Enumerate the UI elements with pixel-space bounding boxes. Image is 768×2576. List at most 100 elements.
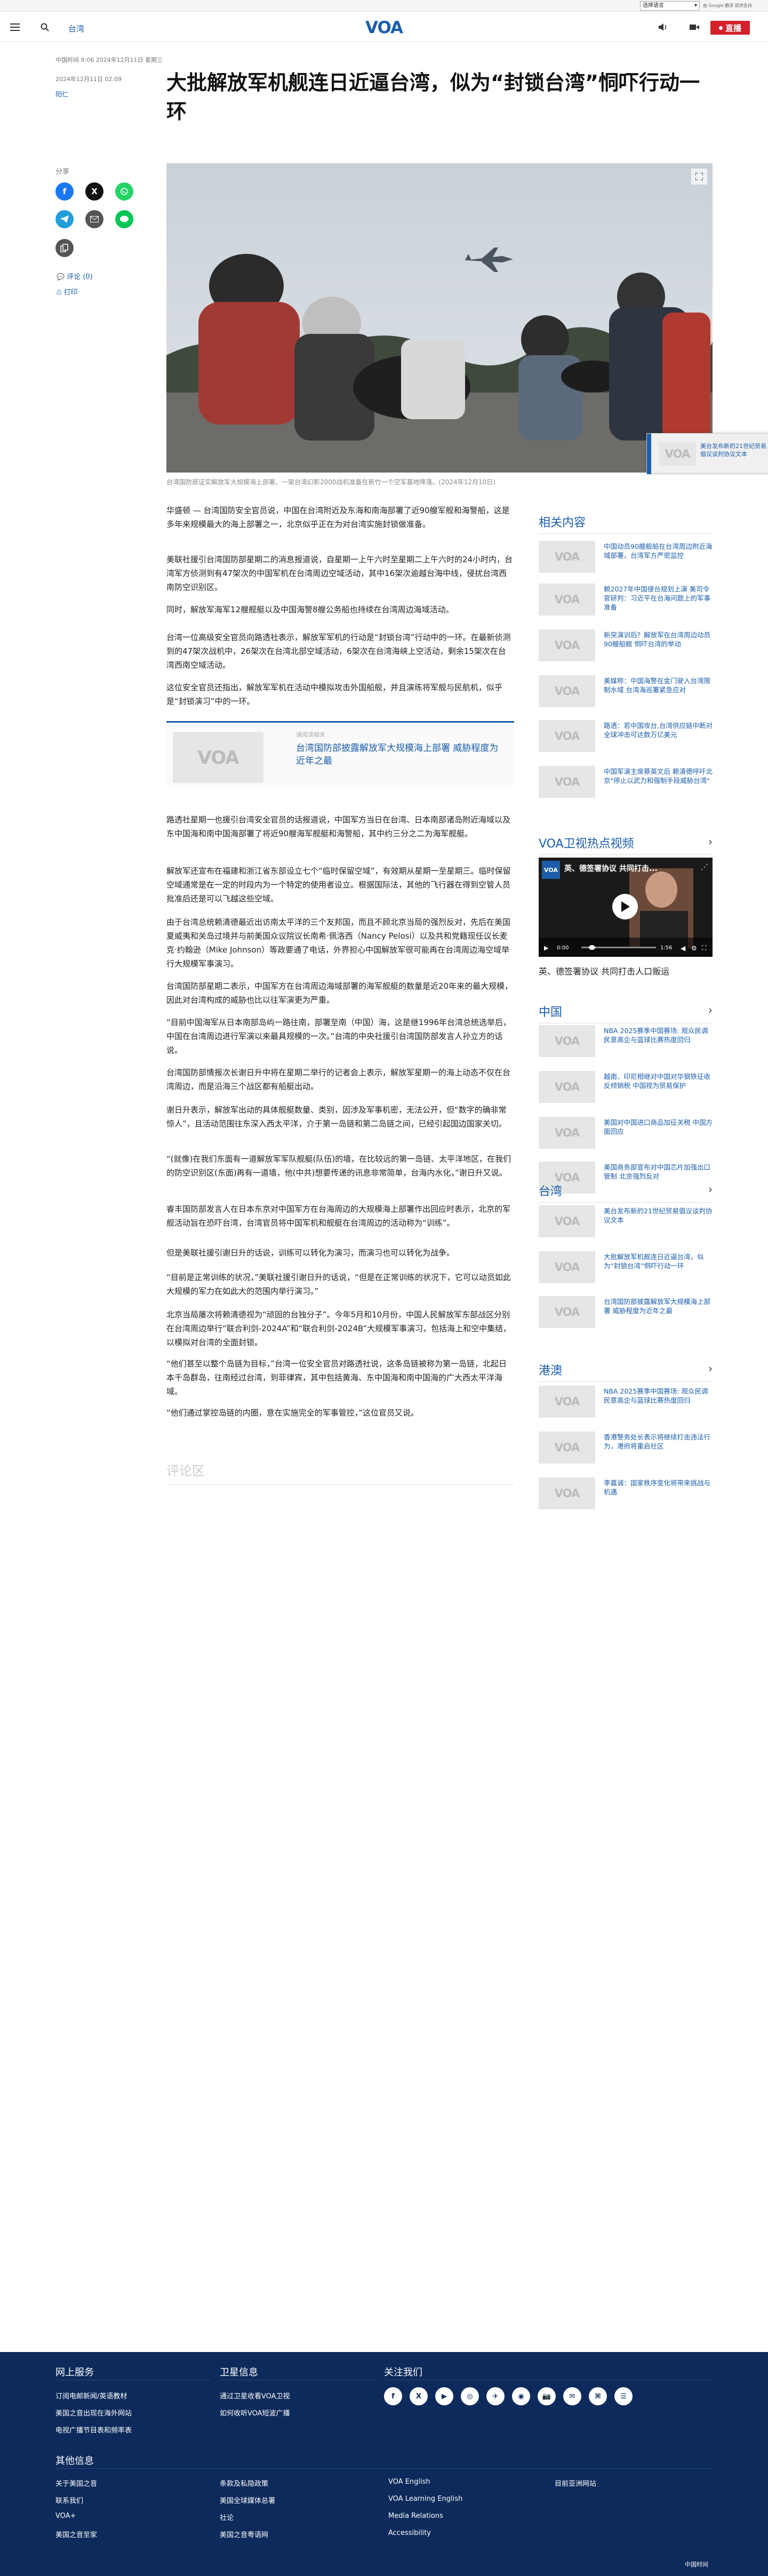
video-progress-bar[interactable]: [581, 945, 656, 950]
video-play-small-icon[interactable]: ▶: [544, 945, 548, 951]
footer-link[interactable]: 美国之音至家: [55, 2529, 97, 2539]
footer-online-services-heading: 网上服务: [55, 2367, 94, 2378]
x-icon[interactable]: X: [410, 2387, 428, 2405]
article-author[interactable]: 阳仁: [55, 90, 68, 99]
section-link-taiwan[interactable]: 台湾: [68, 23, 84, 34]
footer-link[interactable]: 通过卫星收看VOA卫视: [220, 2390, 290, 2401]
footer-link[interactable]: 关于美国之音: [55, 2478, 97, 2488]
chevron-right-icon[interactable]: ›: [708, 1362, 713, 1375]
telegram-icon[interactable]: ✈: [486, 2387, 505, 2405]
sidebar-hongkong-item[interactable]: VOA 香港警务处长表示将继续打击违法行为，港府将重启社区: [539, 1431, 713, 1463]
rss-icon[interactable]: ⌘: [589, 2387, 607, 2405]
footer-link[interactable]: 订阅电邮新闻/英语教材: [55, 2390, 127, 2401]
sidebar-thumb-logo: VOA: [554, 639, 580, 652]
sidebar-taiwan-text: 美台发布新的21世纪贸易倡议谈判协议文本: [604, 1207, 713, 1224]
play-button-icon[interactable]: [612, 894, 638, 919]
fullscreen-icon[interactable]: ⛶: [702, 944, 706, 952]
footer-link[interactable]: VOA+: [55, 2512, 76, 2520]
article-meta-line: 中国时间 9:06 2024年12月11日 星期三: [55, 57, 163, 63]
settings-icon[interactable]: ⚙: [691, 945, 697, 952]
facebook-share-icon[interactable]: f: [55, 182, 74, 201]
sidebar-thumb-logo: VOA: [554, 1395, 580, 1408]
share-icon[interactable]: ⋰: [701, 863, 708, 871]
sidebar-taiwan-item[interactable]: VOA 美台发布新的21世纪贸易倡议谈判协议文本: [539, 1205, 713, 1237]
video-player[interactable]: VOA 英、德签署协议 共同打击... ⋰ ▶ 0:00 1:56 ◀ ⚙ ⛶: [539, 858, 713, 957]
footer-link[interactable]: 目前亚洲网站: [555, 2478, 596, 2488]
facebook-icon[interactable]: f: [384, 2387, 402, 2405]
sidebar-china-heading[interactable]: 中国 ›: [539, 1003, 713, 1023]
hero-caption: 台湾国防部证实解放军大规模海上部署。一架台湾幻影2000战机准备在新竹一个空军基…: [166, 478, 495, 486]
comments-link[interactable]: 💬 评论 (0): [57, 271, 93, 281]
footer-link[interactable]: 条款及私隐政策: [220, 2478, 268, 2488]
video-title[interactable]: 英、德签署协议 共同打击人口贩运: [539, 964, 713, 977]
instagram-icon[interactable]: ◎: [461, 2387, 479, 2405]
footer-link[interactable]: 联系我们: [55, 2495, 83, 2505]
print-link[interactable]: ⎙ 打印: [57, 286, 78, 297]
sidebar-thumb-logo: VOA: [554, 730, 580, 742]
footer-link[interactable]: 美国全球媒体总署: [220, 2495, 275, 2505]
chevron-right-icon[interactable]: ›: [708, 835, 713, 848]
copy-link-icon[interactable]: [55, 239, 74, 257]
footer-link[interactable]: 美国之音粤语网: [220, 2529, 268, 2539]
email-share-icon[interactable]: [85, 210, 103, 228]
floating-card-accent: [647, 434, 651, 474]
paragraph-4: 台湾一位高级安全官员向路透社表示，解放军军机的行动是“封锁台湾”行动中的一环。在…: [166, 633, 511, 670]
sidebar-related-item[interactable]: VOA 新突演训后？解放军在台湾周边动员90艘船舰 恫吓台湾的举动: [539, 629, 713, 661]
sidebar-china-item[interactable]: VOA 美国对中国进口商品加征关税 中国方面回应: [539, 1117, 713, 1149]
sidebar-thumb-logo: VOA: [554, 593, 580, 606]
menu-icon[interactable]: [9, 21, 21, 34]
podcast-icon[interactable]: ◉: [512, 2387, 530, 2405]
audio-icon[interactable]: [657, 21, 670, 34]
footer-link[interactable]: 电视广播节目表和频率表: [55, 2425, 132, 2435]
chevron-right-icon[interactable]: ›: [708, 1183, 713, 1196]
paragraph-10: “目前中国海军从日本南部岛屿一路往南，部署至南（中国）海，这是继1996年台湾总…: [166, 1018, 511, 1055]
footer-link[interactable]: VOA Learning English: [388, 2495, 462, 2503]
video-time-current: 0:00: [557, 945, 569, 951]
camera-icon[interactable]: 📷: [538, 2387, 556, 2405]
footer-link[interactable]: 美国之音出现在海外网站: [55, 2407, 132, 2418]
line-share-icon[interactable]: [115, 210, 133, 228]
search-icon[interactable]: [38, 21, 51, 34]
sidebar-taiwan-item[interactable]: VOA 台湾国防部披露解放军大规模海上部署 威胁程度为近年之最: [539, 1296, 713, 1328]
sidebar-related-item[interactable]: VOA 路透：若中国攻台,台湾供应链中断对全球冲击可达数万亿美元: [539, 720, 713, 752]
whatsapp-share-icon[interactable]: [115, 182, 133, 201]
footer-other-heading: 其他信息: [55, 2455, 94, 2467]
sidebar-related-item[interactable]: VOA 美媒称：中国海警在金门驶入台湾限制水域 台湾海巡署紧急应对: [539, 675, 713, 707]
footer-link[interactable]: Media Relations: [388, 2512, 443, 2520]
youtube-icon[interactable]: ▶: [435, 2387, 453, 2405]
sidebar-video-heading[interactable]: VOA卫视热点视频 ›: [539, 834, 713, 855]
video-progress-handle[interactable]: [589, 945, 595, 950]
live-button[interactable]: 直播: [710, 21, 750, 35]
floating-story-card[interactable]: VOA 美台发布新的21世纪贸易倡议谈判协议文本: [646, 433, 768, 474]
expand-image-icon[interactable]: [691, 169, 707, 185]
print-icon: ⎙: [57, 289, 62, 296]
sidebar-taiwan-heading[interactable]: 台湾 ›: [539, 1182, 713, 1203]
paragraph-12: 谢日升表示，解放军出动的具体舰艇数量、类别，因涉及军事机密，无法公开，但“数字的…: [166, 1105, 507, 1129]
sidebar-related-item[interactable]: VOA 赖2027年中国侵台规划上演 美司令官研判：习近平在台海问题上的军事准备: [539, 583, 713, 615]
language-select[interactable]: 选择语言: [640, 1, 700, 11]
sidebar-related-text: 赖2027年中国侵台规划上演 美司令官研判：习近平在台海问题上的军事准备: [604, 585, 711, 611]
footer-link[interactable]: Accessibility: [388, 2529, 431, 2537]
paragraph-16: “目前是正常训练的状况，”美联社援引谢日升的话说，“但是在正常训练的状况下，它可…: [166, 1273, 511, 1296]
sidebar-related-item[interactable]: VOA 中国动员90艘舰船在台湾周边附近海域部署，台湾军方严密监控: [539, 541, 713, 573]
footer-link[interactable]: 如何收听VOA短波广播: [220, 2407, 290, 2418]
sidebar-related-text: 新突演训后？解放军在台湾周边动员90艘船舰 恫吓台湾的举动: [604, 631, 711, 648]
email-icon[interactable]: ✉: [563, 2387, 581, 2405]
footer-link[interactable]: VOA English: [388, 2478, 430, 2486]
sidebar-hongkong-item[interactable]: VOA 李嘉诚：国家秩序变化将带来挑战与机遇: [539, 1477, 713, 1509]
menu-list-icon[interactable]: ☰: [614, 2387, 633, 2405]
telegram-share-icon[interactable]: [55, 210, 74, 228]
sidebar-hongkong-heading[interactable]: 港澳 ›: [539, 1361, 713, 1382]
sidebar-hongkong-item[interactable]: VOA NBA 2025赛季中国赛场: 观众民调民意高企与篮球比赛热度回归: [539, 1386, 713, 1418]
volume-icon[interactable]: ◀: [681, 945, 685, 952]
inline-related-box[interactable]: VOA 请阅读相关 台湾国防部披露解放军大规模海上部署 威胁程度为近年之最: [166, 721, 514, 787]
x-share-icon[interactable]: X: [85, 182, 103, 201]
video-camera-icon[interactable]: [688, 21, 701, 34]
sidebar-china-item[interactable]: VOA NBA 2025赛季中国赛场: 观众民调民意高企与篮球比赛热度回归: [539, 1025, 713, 1057]
sidebar-related-item[interactable]: VOA 中国军演主席蔡英文后 赖清德呼吁北京"停止以武力和强制手段威胁台湾": [539, 766, 713, 798]
sidebar-china-item[interactable]: VOA 越南、印尼相继对中国对华钢铁征收反倾销税 中国视为贸易保护: [539, 1071, 713, 1103]
voa-logo[interactable]: VOA: [357, 18, 411, 37]
sidebar-taiwan-item[interactable]: VOA 大批解放军机舰连日近逼台湾，似为“封锁台湾”恫吓行动一环: [539, 1251, 713, 1283]
footer-link[interactable]: 社论: [220, 2512, 234, 2522]
chevron-right-icon[interactable]: ›: [708, 1004, 713, 1017]
